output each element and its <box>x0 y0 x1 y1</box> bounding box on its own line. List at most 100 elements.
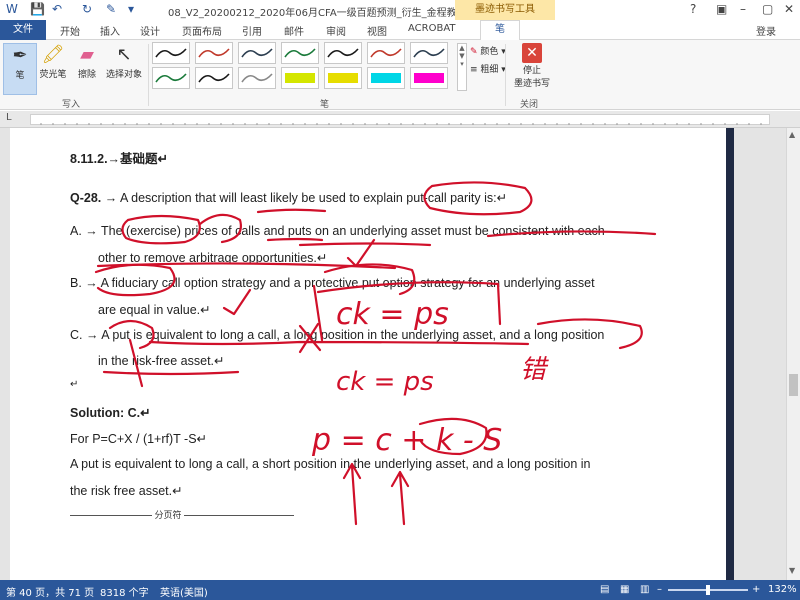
scrollbar-thumb[interactable] <box>789 374 798 396</box>
customize-icon[interactable]: ▾ <box>128 2 134 18</box>
ink-text-p-formula: p = c + k - S <box>311 423 502 458</box>
minimize-icon[interactable]: – <box>740 2 746 16</box>
pen-style-option[interactable] <box>195 42 233 64</box>
ink-check-a <box>346 238 376 268</box>
tab-mailings[interactable]: 邮件 <box>284 23 304 38</box>
pen-style-option[interactable] <box>324 67 362 89</box>
ink-underline-least-likely <box>256 208 327 214</box>
pen-style-option[interactable] <box>324 42 362 64</box>
pen-button[interactable]: ✒ 笔 <box>3 43 37 95</box>
scroll-up-icon[interactable]: ▲ <box>789 130 795 139</box>
zoom-in-icon[interactable]: + <box>752 584 760 595</box>
pen-gallery-scroll[interactable]: ▲ ▼ ▾ <box>457 43 467 91</box>
vertical-scrollbar[interactable]: ▲ ▼ <box>786 128 800 580</box>
tab-layout[interactable]: 页面布局 <box>182 23 222 38</box>
ink-tools-contextual-label: 墨迹书写工具 <box>455 0 555 20</box>
pen-style-option[interactable] <box>152 42 190 64</box>
ink-circle-minus-s <box>418 417 488 456</box>
maximize-icon[interactable]: ▢ <box>762 2 773 16</box>
option-c-line-2: in the risk-free asset.↵ <box>98 354 225 368</box>
word-count[interactable]: 8318 个字 <box>100 584 149 599</box>
option-a-line-1: A. → The (exercise) prices of calls and … <box>70 224 605 238</box>
tab-design[interactable]: 设计 <box>140 23 160 38</box>
ink-arrow-1 <box>342 462 362 526</box>
option-b-line-2: are equal in value.↵ <box>98 303 211 317</box>
cursor-arrow-icon: ↖ <box>116 44 132 65</box>
select-objects-button[interactable]: ↖ 选择对象 <box>102 43 146 80</box>
tab-acrobat[interactable]: ACROBAT <box>408 23 456 34</box>
tab-review[interactable]: 审阅 <box>326 23 346 38</box>
zoom-out-icon[interactable]: – <box>657 584 662 595</box>
pen-styles-gallery <box>152 42 456 90</box>
pen-style-option[interactable] <box>410 42 448 64</box>
sign-in-link[interactable]: 登录 <box>756 23 776 38</box>
question-text: → A description that will least likely b… <box>104 191 508 205</box>
undo-icon[interactable]: ↶ <box>52 2 62 18</box>
pen-color-dropdown[interactable]: ✎ 颜色 ▾ <box>470 44 506 57</box>
page-gap <box>734 128 786 580</box>
print-layout-icon[interactable]: ▦ <box>620 584 629 595</box>
page-count[interactable]: 第 40 页，共 71 页 <box>6 584 94 599</box>
pen-style-option[interactable] <box>238 42 276 64</box>
explanation-line-1: A put is equivalent to long a call, a sh… <box>70 457 591 471</box>
ink-arrow-2 <box>390 470 410 526</box>
zoom-slider-thumb[interactable] <box>706 585 710 595</box>
tab-view[interactable]: 视图 <box>367 23 387 38</box>
horizontal-ruler[interactable]: L <box>0 111 800 128</box>
pen-style-option[interactable] <box>238 67 276 89</box>
tab-stop-icon[interactable]: L <box>6 112 12 123</box>
tab-references[interactable]: 引用 <box>242 23 262 38</box>
explanation-line-2: the risk free asset.↵ <box>70 484 183 498</box>
tab-home[interactable]: 开始 <box>60 23 80 38</box>
highlighter-button[interactable]: 🖍 荧光笔 <box>36 43 70 80</box>
option-b-line-1: B. → A fiduciary call option strategy an… <box>70 276 595 290</box>
group-label-write: 写入 <box>62 100 81 110</box>
read-mode-icon[interactable]: ▤ <box>600 584 609 595</box>
close-icon[interactable]: ✕ <box>784 2 794 16</box>
language-indicator[interactable]: 英语(美国) <box>160 584 208 599</box>
document-area[interactable]: 8.11.2.→基础题↵ Q-28. → A description that … <box>0 128 786 580</box>
group-label-pens: 笔 <box>320 100 330 110</box>
pen-style-option[interactable] <box>410 67 448 89</box>
ink-underline-risk-free <box>102 370 240 376</box>
tab-file[interactable]: 文件 <box>0 20 46 40</box>
pen-style-option[interactable] <box>152 67 190 89</box>
ink-text-ck-line: ck = ps <box>336 367 434 397</box>
ribbon-display-icon[interactable]: ▣ <box>716 2 727 16</box>
zoom-level[interactable]: 132% <box>768 584 797 595</box>
pen-style-option[interactable] <box>281 42 319 64</box>
option-a-line-2: other to remove arbitrage opportunities.… <box>98 251 328 265</box>
tab-pen[interactable]: 笔 <box>480 20 520 41</box>
question-label: Q-28. <box>70 191 102 205</box>
line-weight-icon: ≡ <box>470 65 478 75</box>
pen-weight-dropdown[interactable]: ≡ 粗细 ▾ <box>470 62 506 75</box>
tab-insert[interactable]: 插入 <box>100 23 120 38</box>
ribbon-separator <box>505 44 506 106</box>
eraser-icon: ▰ <box>80 44 94 65</box>
pen-quick-icon[interactable]: ✎ <box>106 2 116 18</box>
option-c-line-1: C. → A put is equivalent to long a call,… <box>70 328 605 342</box>
web-layout-icon[interactable]: ▥ <box>640 584 649 595</box>
highlighter-icon: 🖍 <box>41 44 65 65</box>
page-break: 分页符 <box>70 508 295 521</box>
ink-underline-c <box>148 340 530 346</box>
redo-icon[interactable]: ↻ <box>82 2 92 18</box>
scroll-down-icon[interactable]: ▼ <box>789 566 795 575</box>
formula-line: For P=C+X / (1+rf)T -S↵ <box>70 432 208 446</box>
eraser-button[interactable]: ▰ 擦除 <box>70 43 104 80</box>
save-icon[interactable]: 💾 <box>30 2 45 18</box>
pen-icon: ✒ <box>12 45 28 66</box>
ribbon-tabs: 开始 插入 设计 页面布局 引用 邮件 审阅 视图 ACROBAT <box>0 20 800 40</box>
status-bar: 第 40 页，共 71 页 8318 个字 英语(美国) ▤ ▦ ▥ – + 1… <box>0 580 800 600</box>
stop-icon: ✕ <box>522 43 542 63</box>
pen-style-option[interactable] <box>367 67 405 89</box>
group-label-close: 关闭 <box>520 100 539 110</box>
pen-style-option[interactable] <box>367 42 405 64</box>
help-icon[interactable]: ? <box>690 2 696 16</box>
ink-text-wrong: 错 <box>520 355 549 385</box>
solution-label: Solution: C.↵ <box>70 406 151 420</box>
pen-style-option[interactable] <box>195 67 233 89</box>
pen-style-option[interactable] <box>281 67 319 89</box>
title-bar: W 💾 ↶ ↻ ✎ ▾ 08_V2_20200212_2020年06月CFA一级… <box>0 0 800 20</box>
stop-inking-button[interactable]: ✕ 停止 墨迹书写 <box>508 43 556 89</box>
